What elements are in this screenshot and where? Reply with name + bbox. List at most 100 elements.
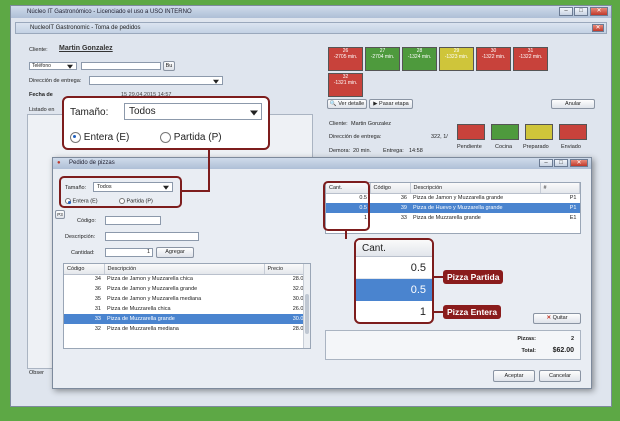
- order-codigo: 36: [400, 195, 407, 202]
- connector-line: [182, 190, 210, 192]
- direccion-label: Dirección de entrega:: [29, 78, 82, 84]
- ver-detalle-button[interactable]: 🔍 Ver detalle: [327, 99, 367, 109]
- product-codigo: 35: [94, 296, 101, 302]
- col-descripcion[interactable]: Descripción: [104, 264, 265, 275]
- order-codigo: 33: [400, 215, 407, 221]
- timer-time: -1322 min.: [518, 54, 543, 60]
- agregar-button[interactable]: Agregar: [156, 247, 194, 258]
- zoom-cant-row: 1: [419, 306, 426, 318]
- pizza-icon: ●: [57, 160, 61, 166]
- aceptar-button[interactable]: Aceptar: [493, 370, 535, 382]
- order-timer[interactable]: 32 -1321 min.: [328, 73, 363, 97]
- col-codigo[interactable]: Código: [64, 264, 105, 275]
- close-button[interactable]: ✕: [590, 7, 608, 16]
- arrow-right-icon: ▶: [373, 101, 378, 107]
- highlight-tamano: [59, 176, 182, 208]
- minimize-button[interactable]: –: [559, 7, 573, 16]
- stage-label: Pendiente: [457, 144, 482, 150]
- stage-label: Preparado: [523, 144, 549, 150]
- listado-label: Listado en: [29, 107, 55, 113]
- pizza-entera-tag: Pizza Entera: [443, 305, 502, 319]
- telefono-select[interactable]: Teléfono: [29, 62, 77, 70]
- order-timer[interactable]: 26 -2705 min.: [328, 47, 363, 71]
- radio-unchecked-icon: [160, 132, 171, 143]
- zoom-cant-row: 0.5: [356, 279, 432, 301]
- quitar-button[interactable]: ✕ Quitar: [533, 313, 581, 324]
- codigo-label: Código:: [77, 218, 96, 224]
- timer-time: -1323 min.: [444, 54, 469, 60]
- main-title-bar: Núcleo IT Gastronómico - Licenciado el u…: [11, 6, 611, 18]
- dialog-maximize-button[interactable]: □: [554, 159, 568, 167]
- order-descripcion: Pizza de Jamon y Muzzarella grande: [413, 195, 504, 202]
- product-descripcion: Pizza de Jamon y Muzzarella grande: [107, 286, 198, 292]
- zoom-tamano-label: Tamaño:: [70, 107, 109, 118]
- anular-button[interactable]: Anular: [551, 99, 595, 109]
- total-label: Total:: [521, 348, 536, 354]
- main-window-title: Núcleo IT Gastronómico - Licenciado el u…: [27, 9, 192, 15]
- table-row[interactable]: 33 Pizza de Muzzarella grande 30.00: [64, 314, 310, 324]
- observaciones-label: Obser: [29, 370, 44, 376]
- order-timer[interactable]: 28 -1324 min.: [402, 47, 437, 71]
- dialog-title-bar: ● Pedido de pizzas – □ ✕: [53, 158, 591, 169]
- cantidad-input[interactable]: 1: [105, 248, 153, 257]
- products-scrollbar[interactable]: [303, 264, 310, 348]
- order-timer[interactable]: 30 -1322 min.: [476, 47, 511, 71]
- table-row[interactable]: 35 Pizza de Jamon y Muzzarella mediana 30.…: [64, 294, 310, 304]
- dialog-close-button[interactable]: ✕: [570, 159, 588, 167]
- product-codigo: 33: [64, 314, 104, 324]
- products-table: Código Descripción Precio 34 Pizza de Jam…: [63, 263, 311, 349]
- stage-cocina[interactable]: [491, 124, 519, 140]
- detail-cliente-value: Martin Gonzalez: [351, 121, 392, 127]
- product-descripcion: Pizza de Jamon y Muzzarella chica: [107, 276, 193, 283]
- order-number: P1: [540, 203, 580, 213]
- zoom-entera-radio[interactable]: Entera (E): [70, 132, 129, 143]
- product-descripcion: Pizza de Jamon y Muzzarella mediana: [107, 296, 202, 302]
- col-codigo[interactable]: Código: [370, 183, 411, 194]
- stage-preparado[interactable]: [525, 124, 553, 140]
- cancelar-button[interactable]: Cancelar: [539, 370, 581, 382]
- cliente-label: Cliente:: [29, 47, 48, 53]
- descripcion-input[interactable]: [105, 232, 199, 241]
- dialog-minimize-button[interactable]: –: [539, 159, 553, 167]
- telefono-input[interactable]: [81, 62, 161, 70]
- child-close-button[interactable]: ✕: [592, 24, 604, 32]
- connector-line: [208, 150, 210, 192]
- pasar-etapa-button[interactable]: ▶ Pasar etapa: [369, 99, 413, 109]
- timer-time: -1324 min.: [407, 54, 432, 60]
- dialog-title: Pedido de pizzas: [69, 160, 115, 166]
- stage-enviado[interactable]: [559, 124, 587, 140]
- zoom-tamano-callout: Tamaño: Todos Entera (E) Partida (P): [62, 96, 270, 150]
- buscar-button[interactable]: Bu: [163, 61, 175, 71]
- zoom-tamano-select[interactable]: Todos: [124, 103, 262, 120]
- order-timer[interactable]: 29 -1323 min.: [439, 47, 474, 71]
- order-timer[interactable]: 27 -2704 min.: [365, 47, 400, 71]
- maximize-button[interactable]: □: [574, 7, 588, 16]
- table-row[interactable]: 36 Pizza de Jamon y Muzzarella grande 32.0…: [64, 284, 310, 294]
- zoom-partida-radio[interactable]: Partida (P): [160, 132, 222, 143]
- child-title-bar: NucleoIT Gastronomic - Toma de pedidos ✕: [15, 22, 607, 34]
- table-row[interactable]: 34 Pizza de Jamon y Muzzarella chica 28.00: [64, 274, 310, 284]
- entrega-value: 14:58: [409, 148, 423, 154]
- demora-label: Demora:: [329, 148, 351, 154]
- direccion-select[interactable]: [89, 76, 223, 85]
- timer-time: -2704 min.: [370, 54, 395, 60]
- col-number[interactable]: #: [540, 183, 580, 194]
- order-number: E1: [569, 215, 577, 221]
- order-timer[interactable]: 31 -1322 min.: [513, 47, 548, 71]
- fecha-label: Fecha de: [29, 92, 53, 98]
- stage-pendiente[interactable]: [457, 124, 485, 140]
- pizzas-value: 2: [570, 336, 574, 342]
- product-codigo: 31: [94, 306, 101, 312]
- cantidad-label: Cantidad:: [71, 250, 95, 256]
- highlight-cant-column: [323, 181, 370, 231]
- codigo-input[interactable]: [105, 216, 161, 225]
- table-row[interactable]: 31 Pizza de Muzzarella chica 26.00: [64, 304, 310, 314]
- stage-label: Cocina: [495, 144, 513, 150]
- table-row[interactable]: 32 Pizza de Muzzarella mediana 28.00: [64, 324, 310, 334]
- p3-button[interactable]: P3: [55, 210, 65, 219]
- detail-direccion-value: 322, 1/: [431, 134, 448, 140]
- pizzas-label: Pizzas:: [517, 336, 536, 342]
- col-descripcion[interactable]: Descripción: [410, 183, 541, 194]
- timer-time: -1322 min.: [481, 54, 506, 60]
- chevron-down-icon: [213, 79, 219, 84]
